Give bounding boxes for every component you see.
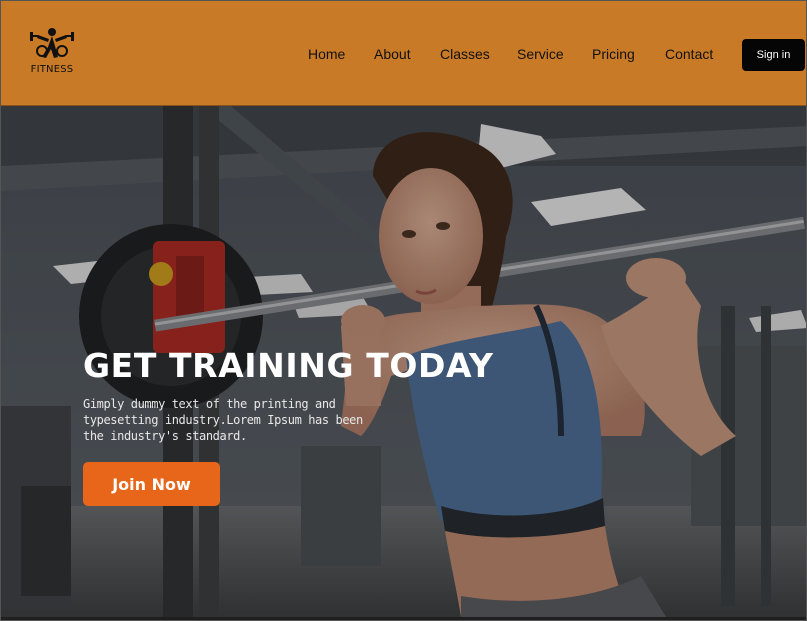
nav-service[interactable]: Service (517, 46, 564, 62)
nav-home[interactable]: Home (308, 46, 345, 62)
hero-section: GET TRAINING TODAY Gimply dummy text of … (1, 106, 806, 617)
nav-about[interactable]: About (374, 46, 411, 62)
sign-in-button[interactable]: Sign in (742, 39, 805, 71)
nav-classes[interactable]: Classes (440, 46, 490, 62)
page: FITNESS Home About Classes Service Prici… (0, 0, 807, 621)
nav-contact[interactable]: Contact (665, 46, 713, 62)
brand-logo[interactable]: FITNESS (25, 27, 79, 77)
logo-text: FITNESS (30, 64, 74, 75)
bottom-edge (1, 617, 806, 620)
site-header: FITNESS Home About Classes Service Prici… (1, 1, 806, 106)
hero-subtitle: Gimply dummy text of the printing and ty… (83, 397, 363, 443)
join-now-button[interactable]: Join Now (83, 462, 220, 506)
hero-title: GET TRAINING TODAY (83, 346, 494, 385)
fitness-logo-icon (30, 28, 74, 58)
nav-pricing[interactable]: Pricing (592, 46, 635, 62)
